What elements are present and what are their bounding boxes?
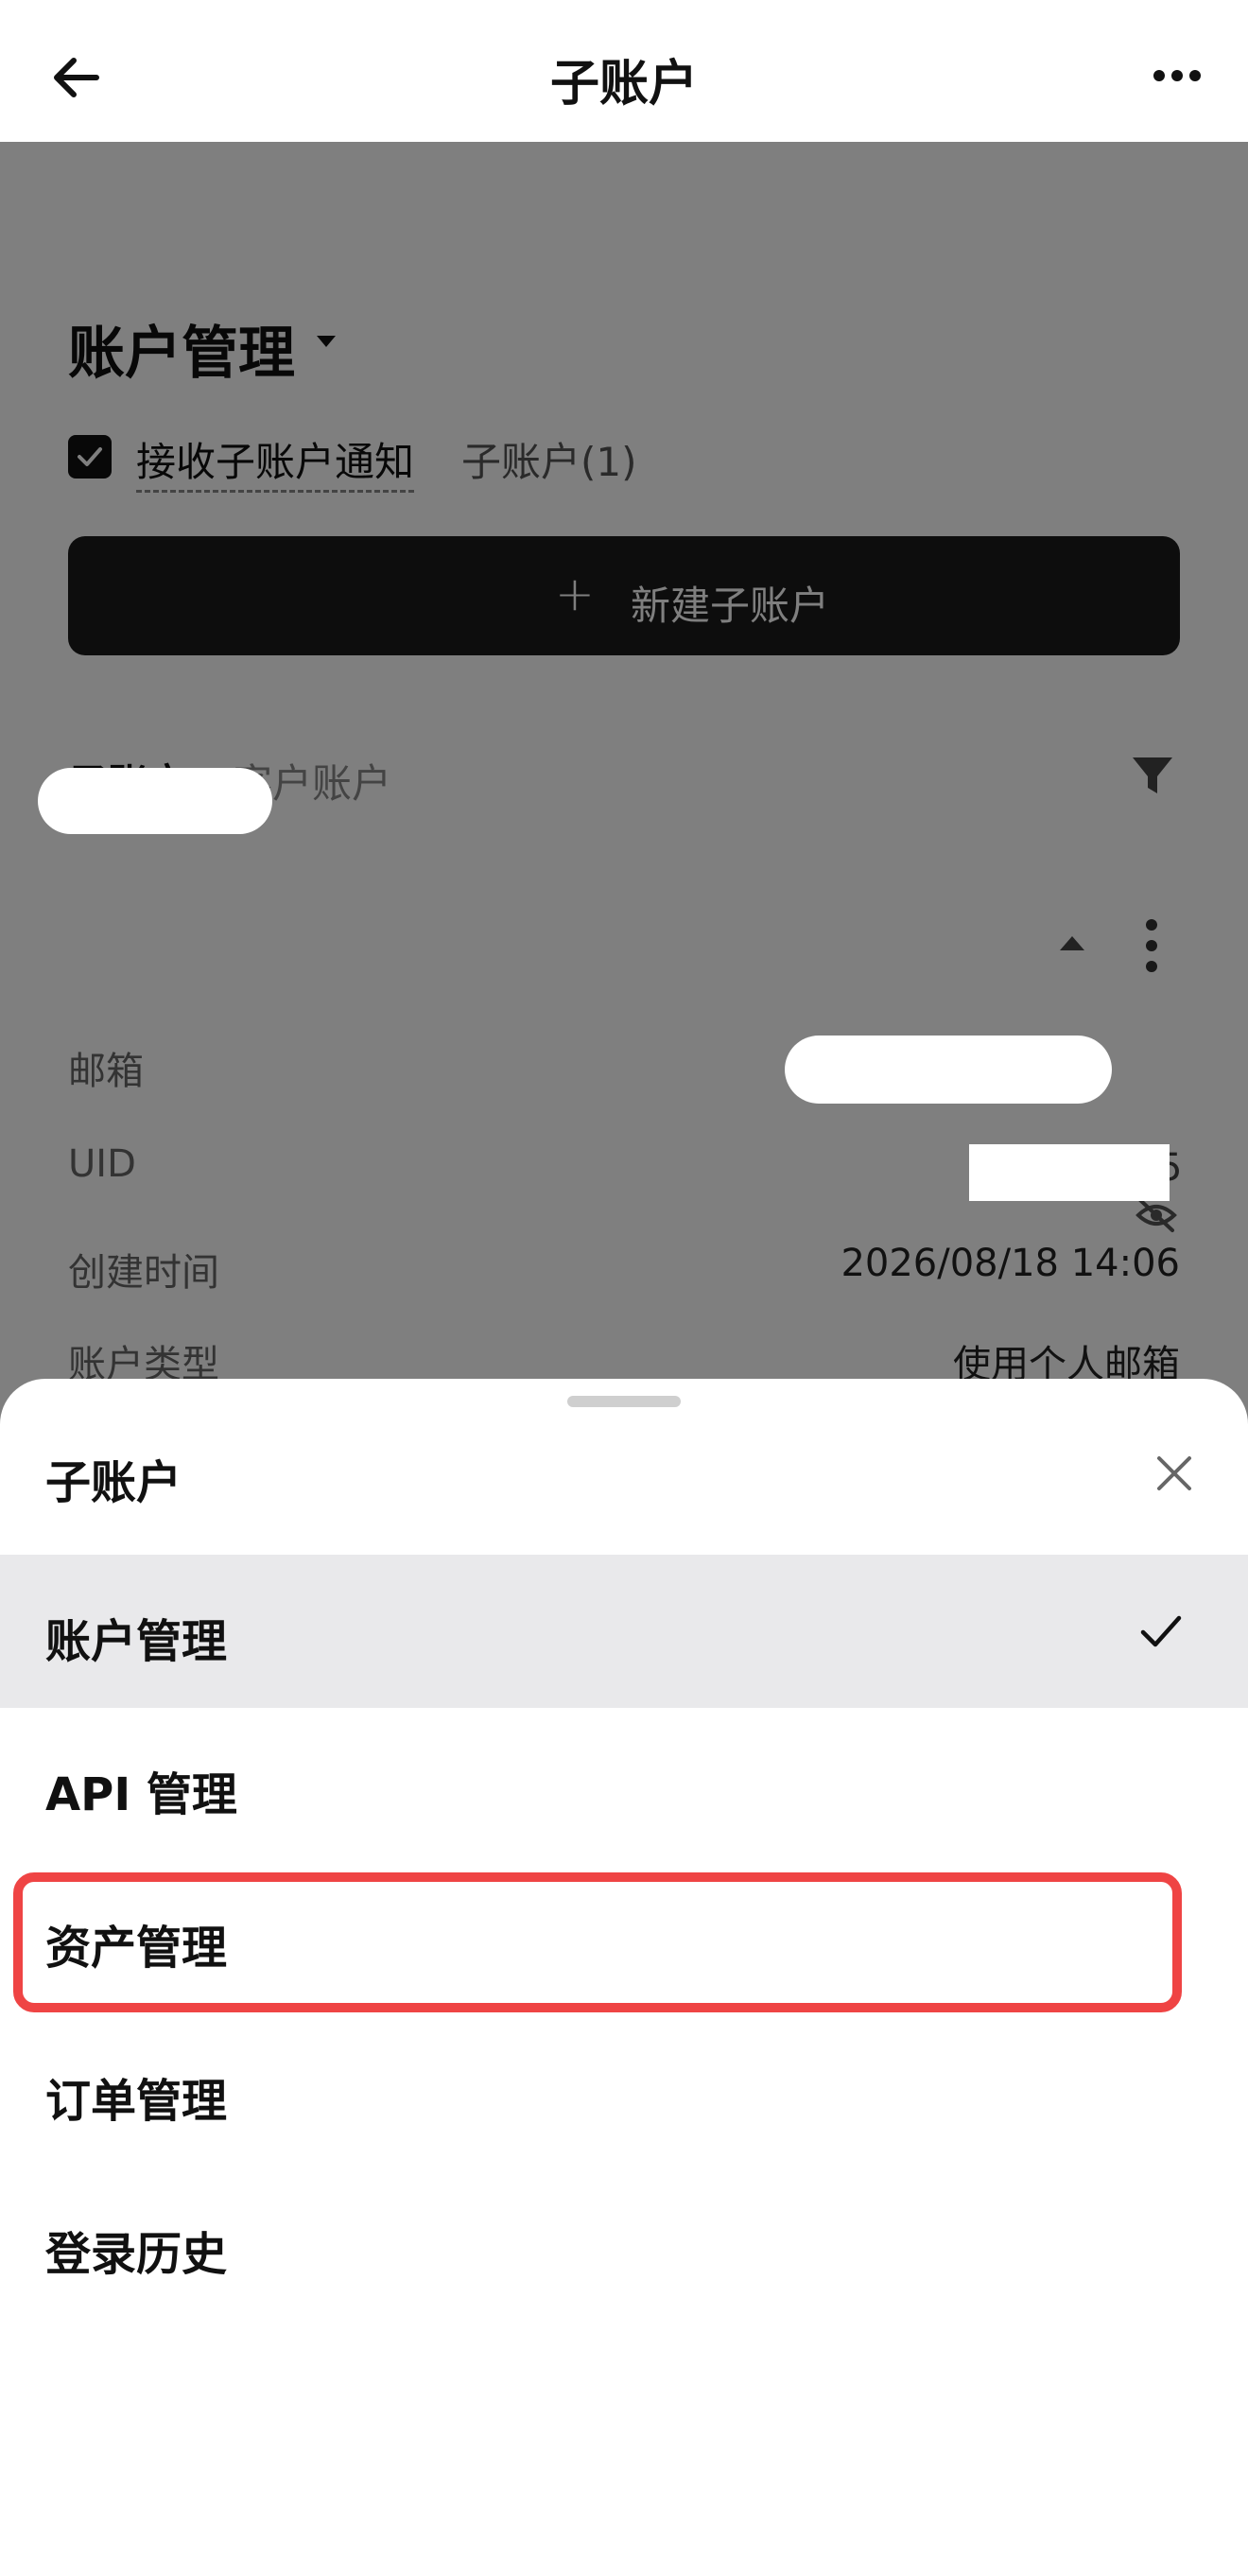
filter-icon[interactable] [1131,754,1174,797]
check-icon [1140,1615,1182,1647]
redacted-uid [969,1144,1170,1201]
plus-icon: + [555,566,595,621]
email-label: 邮箱 [68,1050,144,1093]
new-subaccount-label: 新建子账户 [631,583,830,629]
check-icon [78,447,102,466]
menu-item-order-management[interactable]: 订单管理 [0,2014,1248,2167]
more-horizontal-icon[interactable] [1153,68,1201,83]
section-title[interactable]: 账户管理 [68,307,295,390]
drag-handle[interactable] [567,1396,681,1407]
top-bar: 子账户 [0,0,1248,142]
eye-off-icon[interactable] [1135,1196,1178,1234]
menu-item-label: 登录历史 [45,2228,228,2281]
menu-item-label: 订单管理 [45,2075,228,2128]
menu-item-account-management[interactable]: 账户管理 [0,1555,1248,1708]
collapse-icon[interactable] [1060,936,1084,950]
close-icon[interactable] [1155,1454,1193,1492]
notify-label[interactable]: 接收子账户通知 [136,430,415,493]
page-title: 子账户 [549,56,698,113]
menu-item-label: 资产管理 [45,1922,228,1975]
uid-label: UID [68,1142,136,1186]
menu-item-label: API 管理 [45,1768,237,1821]
menu-item-asset-management[interactable]: 资产管理 [0,1861,1248,2014]
notify-checkbox[interactable] [68,435,112,479]
redacted-name [38,768,272,834]
sheet-title: 子账户 [45,1456,182,1509]
menu-item-login-history[interactable]: 登录历史 [0,2167,1248,2321]
redacted-email [785,1036,1112,1104]
subaccount-count: 子账户(1) [461,439,637,485]
menu-item-api-management[interactable]: API 管理 [0,1708,1248,1861]
created-time-label: 创建时间 [68,1251,219,1295]
caret-down-icon[interactable] [317,336,336,347]
more-vertical-icon[interactable] [1142,917,1161,974]
created-time-value: 2026/08/18 14:06 [841,1242,1180,1285]
new-subaccount-button[interactable]: + 新建子账户 [68,536,1180,655]
bottom-sheet: 子账户 账户管理 API 管理 资产管理 订单管理 登录历史 [0,1379,1248,2576]
menu-item-label: 账户管理 [45,1615,228,1668]
